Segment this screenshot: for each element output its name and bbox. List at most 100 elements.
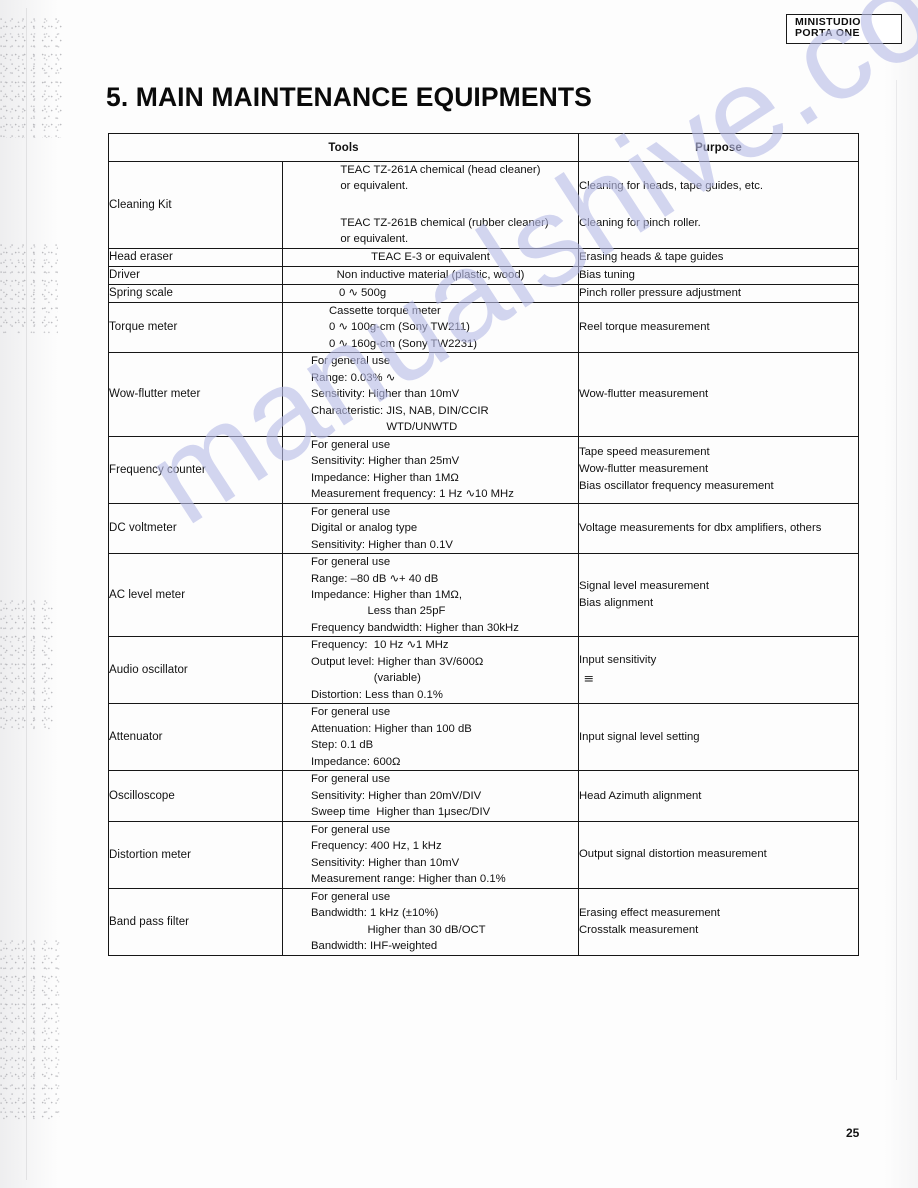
- spec-line: For general use: [311, 505, 391, 518]
- table-row: DC voltmeter For general use Digital or …: [108, 502, 859, 555]
- model-badge: MINISTUDIO PORTA ONE: [786, 14, 902, 44]
- tool-name: Torque meter: [108, 301, 283, 354]
- tool-purpose: Pinch roller pressure adjustment: [578, 283, 859, 303]
- tool-spec: For general use Digital or analog type S…: [282, 502, 579, 555]
- maintenance-equipment-table: Tools Purpose Cleaning Kit TEAC TZ-261A …: [108, 133, 859, 956]
- tool-purpose: Reel torque measurement: [578, 301, 859, 354]
- spec-line: Range: 0.03% ∿: [311, 371, 396, 384]
- tool-name: Audio oscillator: [108, 636, 283, 705]
- tool-name: Cleaning Kit: [108, 161, 283, 249]
- spec-line: Frequency: 10 Hz ∿1 MHz: [311, 639, 449, 652]
- tool-purpose: Bias tuning: [578, 265, 859, 285]
- table-row: Oscilloscope For general use Sensitivity…: [108, 770, 859, 822]
- tool-purpose: Output signal distortion measurement: [578, 820, 859, 889]
- spec-line: Sweep time Higher than 1μsec/DIV: [311, 806, 491, 819]
- purpose-line: Wow-flutter measurement: [579, 387, 709, 400]
- tool-purpose: Input signal level setting: [578, 703, 859, 772]
- spec-line: WTD/UNWTD: [311, 421, 458, 434]
- table-row: Band pass filter For general use Bandwid…: [108, 887, 859, 956]
- spec-line: Non inductive material (plastic, wood): [336, 269, 525, 282]
- tool-name: Frequency counter: [108, 435, 283, 504]
- table-header-row: Tools Purpose: [108, 133, 859, 162]
- spec-line: Frequency bandwidth: Higher than 30kHz: [311, 621, 519, 634]
- column-header-tools: Tools: [108, 133, 579, 162]
- purpose-spacer: [579, 195, 858, 215]
- purpose-line: Erasing effect measurement: [579, 906, 721, 919]
- tool-spec: 0 ∿ 500g: [282, 283, 579, 303]
- tool-purpose: Signal level measurement Bias alignment: [578, 553, 859, 638]
- spec-line: 0 ∿ 500g: [339, 287, 387, 300]
- spec-line: Impedance: Higher than 1MΩ: [311, 471, 459, 484]
- spec-line: Sensitivity: Higher than 10mV: [311, 856, 460, 869]
- purpose-line: Output signal distortion measurement: [579, 848, 767, 861]
- table-body: Cleaning Kit TEAC TZ-261A chemical (head…: [108, 161, 859, 956]
- tool-spec: TEAC TZ-261A chemical (head cleaner) or …: [282, 161, 579, 249]
- spec-line: TEAC TZ-261A chemical (head cleaner): [340, 164, 541, 176]
- page-number: 25: [846, 1126, 860, 1140]
- tool-name: Distortion meter: [108, 820, 283, 889]
- purpose-line: Input sensitivity: [579, 653, 657, 666]
- spec-line: For general use: [311, 438, 391, 451]
- spec-line: For general use: [311, 706, 391, 719]
- tool-name: Attenuator: [108, 703, 283, 772]
- column-header-purpose: Purpose: [578, 133, 859, 162]
- table-row: Distortion meter For general use Frequen…: [108, 820, 859, 889]
- tool-name: Oscilloscope: [108, 770, 283, 822]
- spec-line: Attenuation: Higher than 100 dB: [311, 722, 472, 735]
- tool-spec: Cassette torque meter 0 ∿ 100g-cm (Sony …: [282, 301, 579, 354]
- spec-line: Bandwidth: IHF-weighted: [311, 940, 438, 953]
- table-row: Head eraser TEAC E-3 or equivalent Erasi…: [108, 247, 859, 267]
- purpose-line: Crosstalk measurement: [579, 923, 699, 936]
- left-margin-rule: [26, 8, 27, 1180]
- tool-spec: For general use Attenuation: Higher than…: [282, 703, 579, 772]
- spec-line: For general use: [311, 773, 391, 786]
- tool-spec: For general use Sensitivity: Higher than…: [282, 435, 579, 504]
- purpose-line: Bias alignment: [579, 597, 654, 610]
- tool-purpose: Erasing heads & tape guides: [578, 247, 859, 267]
- tool-purpose: Head Azimuth alignment: [578, 770, 859, 822]
- table-row: Spring scale 0 ∿ 500g Pinch roller press…: [108, 283, 859, 303]
- tool-spec: For general use Range: 0.03% ∿ Sensitivi…: [282, 352, 579, 437]
- right-margin-rule: [896, 80, 897, 1080]
- spec-line: Less than 25pF: [311, 605, 446, 618]
- tool-spec: For general use Sensitivity: Higher than…: [282, 770, 579, 822]
- spec-line: Output level: Higher than 3V/600Ω: [311, 655, 484, 668]
- spec-line: Distortion: Less than 0.1%: [311, 688, 443, 701]
- purpose-line: Pinch roller pressure adjustment: [579, 286, 741, 299]
- purpose-line: Head Azimuth alignment: [579, 789, 702, 802]
- scan-speckle-mid-left: [0, 244, 58, 334]
- scan-speckle-lower-left: [0, 600, 54, 730]
- tool-spec: For general use Frequency: 400 Hz, 1 kHz…: [282, 820, 579, 889]
- tool-purpose: Voltage measurements for dbx amplifiers,…: [578, 502, 859, 555]
- tool-spec: Frequency: 10 Hz ∿1 MHz Output level: Hi…: [282, 636, 579, 705]
- spec-line: or equivalent.: [340, 180, 409, 193]
- table-row: Cleaning Kit TEAC TZ-261A chemical (head…: [108, 161, 859, 249]
- scan-speckle-bottom-left: [0, 940, 60, 1120]
- spec-line: Impedance: 600Ω: [311, 755, 401, 768]
- spec-line: Range: –80 dB ∿+ 40 dB: [311, 572, 439, 585]
- spec-line: Frequency: 400 Hz, 1 kHz: [311, 840, 442, 853]
- purpose-line: Bias oscillator frequency measurement: [579, 480, 774, 493]
- tool-spec: For general use Range: –80 dB ∿+ 40 dB I…: [282, 553, 579, 638]
- purpose-line: Input signal level setting: [579, 730, 700, 743]
- tool-spec: For general use Bandwidth: 1 kHz (±10%) …: [282, 887, 579, 956]
- spec-line: For general use: [311, 355, 391, 368]
- purpose-line: Reel torque measurement: [579, 321, 710, 333]
- spec-line: 0 ∿ 160g-cm (Sony TW2231): [329, 337, 478, 350]
- spec-line: Cassette torque meter: [329, 304, 441, 317]
- tool-name: Driver: [108, 265, 283, 285]
- tool-purpose: Input sensitivity ≡: [578, 636, 859, 705]
- spec-line: Measurement range: Higher than 0.1%: [311, 873, 506, 886]
- purpose-line: Bias tuning: [579, 268, 635, 281]
- table-row: Wow-flutter meter For general use Range:…: [108, 352, 859, 437]
- spec-line: Impedance: Higher than 1MΩ,: [311, 588, 462, 601]
- scan-smudge-glyph: ≡: [584, 670, 594, 686]
- spec-spacer: [340, 195, 548, 215]
- purpose-line: Signal level measurement: [579, 580, 709, 593]
- tool-name: Head eraser: [108, 247, 283, 267]
- purpose-line: Voltage measurements for dbx amplifiers,…: [579, 521, 822, 534]
- spec-line: Step: 0.1 dB: [311, 739, 374, 752]
- table-row: Audio oscillator Frequency: 10 Hz ∿1 MHz…: [108, 636, 859, 705]
- spec-line: Sensitivity: Higher than 25mV: [311, 455, 460, 468]
- spec-line: or equivalent.: [340, 233, 409, 246]
